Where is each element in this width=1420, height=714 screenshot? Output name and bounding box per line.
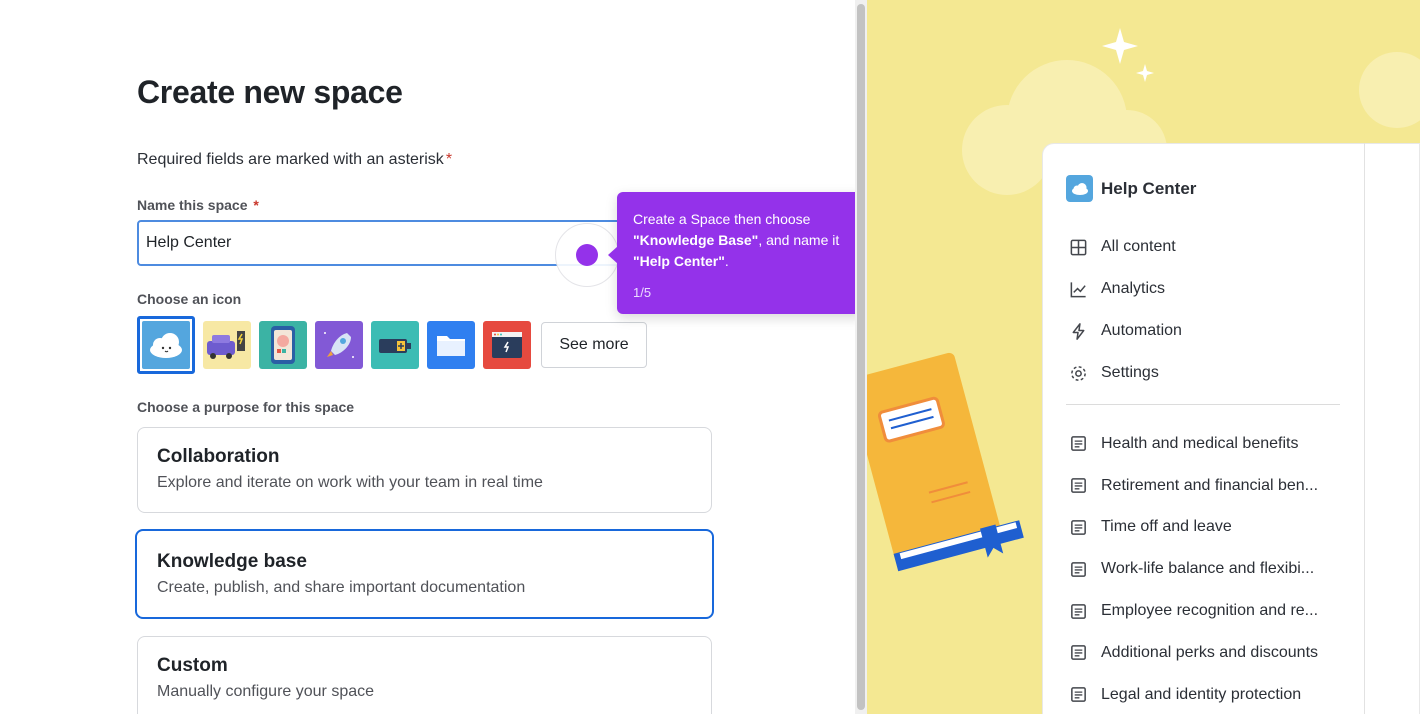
name-label-text: Name this space (137, 197, 248, 213)
page-item-label: Time off and leave (1101, 518, 1232, 536)
tooltip-text: Create a Space then choose "Knowledge Ba… (633, 211, 840, 269)
nav-item-automation[interactable]: Automation (1069, 310, 1182, 352)
browser-window-icon (492, 332, 522, 358)
nav-item-analytics[interactable]: Analytics (1069, 268, 1182, 310)
page-item[interactable]: Retirement and financial ben... (1069, 465, 1318, 507)
folder-icon-option[interactable] (427, 321, 475, 369)
page-item[interactable]: Health and medical benefits (1069, 423, 1318, 465)
purpose-title: Collaboration (157, 446, 280, 467)
lightning-icon (1072, 322, 1085, 340)
page-item[interactable]: Legal and identity protection (1069, 674, 1318, 714)
page-item-label: Additional perks and discounts (1101, 643, 1319, 661)
page-item-label: Employee recognition and re... (1101, 602, 1319, 620)
purpose-description: Manually configure your space (157, 683, 375, 700)
tooltip-step-counter: 1/5 (633, 285, 652, 300)
page: Create new space Required fields are mar… (0, 0, 1420, 714)
battery-icon (379, 339, 411, 353)
see-more-icons-button[interactable]: See more (541, 322, 647, 368)
preview-nav-list: All content Analytics Automation Setting… (1069, 226, 1182, 394)
page-item-label: Health and medical benefits (1101, 434, 1299, 452)
preview-nav-divider (1066, 404, 1340, 405)
page-title: Create new space (137, 74, 403, 110)
page-item-label: Legal and identity protection (1101, 685, 1302, 703)
rocket-icon-option[interactable] (315, 321, 363, 369)
tooltip-bold-help-center: "Help Center" (633, 253, 725, 269)
icon-picker-label: Choose an icon (137, 291, 242, 307)
cloud-icon-option[interactable] (137, 316, 195, 374)
page-icon (1071, 603, 1086, 619)
rocket-icon (324, 332, 354, 358)
grid-icon (1070, 239, 1087, 255)
phone-avatar-icon-option[interactable] (259, 321, 307, 369)
name-field-label: Name this space * (137, 197, 259, 213)
purpose-card-custom[interactable]: Custom Manually configure your space (137, 636, 712, 714)
cloud-icon (1066, 175, 1093, 202)
page-icon (1071, 478, 1086, 494)
gear-icon (1071, 365, 1086, 381)
icon-picker: See more (137, 316, 647, 374)
page-icon (1071, 561, 1086, 577)
preview-panel-divider (1364, 143, 1365, 714)
preview-space-header: Help Center (1066, 175, 1196, 202)
folder-icon (437, 336, 465, 356)
purpose-title: Custom (157, 655, 228, 676)
page-icon (1071, 687, 1086, 703)
nav-item-label: Settings (1101, 364, 1159, 381)
nav-item-all-content[interactable]: All content (1069, 226, 1182, 268)
purpose-description: Create, publish, and share important doc… (157, 579, 526, 596)
guide-tooltip: Create a Space then choose "Knowledge Ba… (608, 192, 866, 314)
browser-window-icon-option[interactable] (483, 321, 531, 369)
purpose-card-knowledge-base[interactable]: Knowledge base Create, publish, and shar… (135, 529, 714, 619)
purpose-title: Knowledge base (157, 551, 307, 572)
purpose-description: Explore and iterate on work with your te… (157, 474, 543, 491)
page-icon (1071, 436, 1086, 452)
page-item-label: Retirement and financial ben... (1101, 476, 1319, 494)
cloud-icon (150, 333, 182, 358)
car-charging-icon-option[interactable] (203, 321, 251, 369)
tooltip-bold-knowledge-base: "Knowledge Base" (633, 232, 759, 248)
scrollbar-thumb[interactable] (857, 4, 865, 710)
page-item[interactable]: Work-life balance and flexibi... (1069, 548, 1318, 590)
battery-icon-option[interactable] (371, 321, 419, 369)
preview-space-name: Help Center (1101, 178, 1197, 198)
page-item[interactable]: Time off and leave (1069, 507, 1318, 549)
required-fields-note: Required fields are marked with an aster… (137, 151, 452, 169)
purpose-card-collaboration[interactable]: Collaboration Explore and iterate on wor… (137, 427, 712, 513)
phone-avatar-icon (271, 326, 295, 364)
nav-item-label: All content (1101, 238, 1176, 255)
chart-icon (1070, 281, 1086, 297)
preview-page-list: Health and medical benefits Retirement a… (1069, 423, 1318, 714)
nav-item-settings[interactable]: Settings (1069, 352, 1182, 394)
guide-hotspot-dot[interactable] (576, 244, 598, 266)
create-space-form: Create new space Required fields are mar… (0, 0, 855, 714)
page-icon (1071, 645, 1086, 661)
page-icon (1071, 520, 1086, 535)
required-note-text: Required fields are marked with an aster… (137, 151, 444, 168)
purpose-picker-label: Choose a purpose for this space (137, 399, 355, 415)
car-charging-icon (207, 331, 245, 359)
name-required-asterisk: * (253, 197, 259, 213)
page-item-label: Work-life balance and flexibi... (1101, 560, 1315, 578)
required-asterisk: * (445, 151, 453, 168)
page-item[interactable]: Employee recognition and re... (1069, 590, 1318, 632)
nav-item-label: Automation (1101, 322, 1182, 339)
page-item[interactable]: Additional perks and discounts (1069, 632, 1318, 674)
nav-item-label: Analytics (1101, 280, 1166, 297)
